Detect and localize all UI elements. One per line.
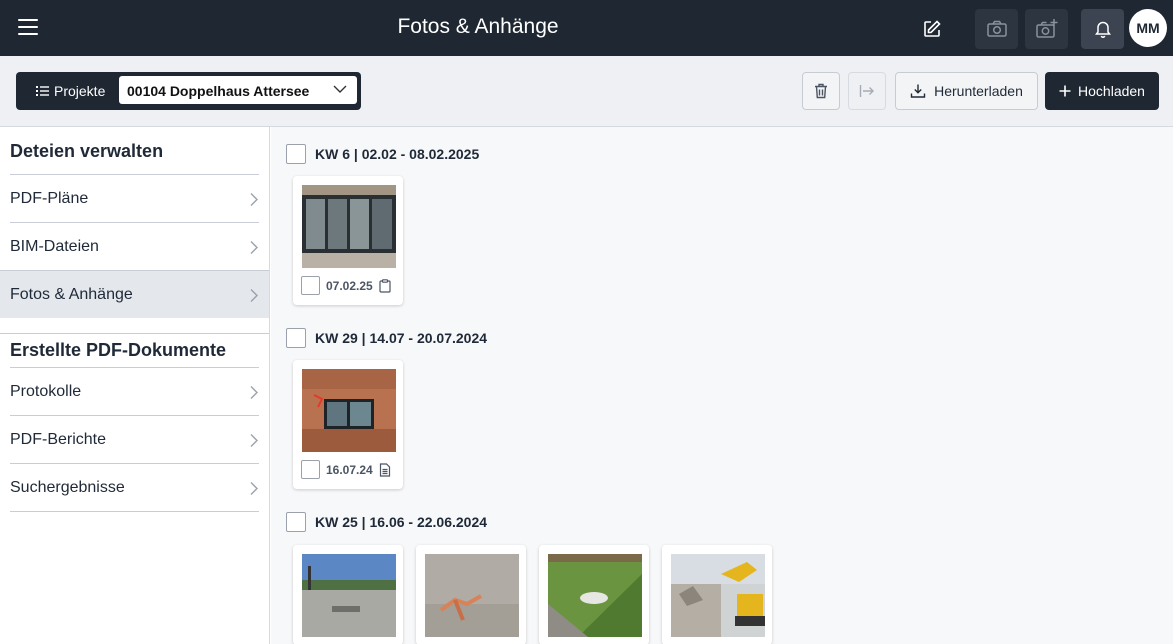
toolbar: Projekte 00104 Doppelhaus Attersee Herun… [0,56,1173,127]
sidebar-item-label: PDF-Pläne [10,190,89,207]
week-group-title: KW 25 | 16.06 - 22.06.2024 [315,514,488,530]
file-card[interactable] [539,545,649,644]
photo-thumbnail[interactable] [302,369,396,452]
week-group-header: KW 6 | 02.02 - 08.02.2025 [286,144,479,164]
download-icon [910,84,926,98]
edit-button[interactable] [910,9,953,49]
project-selector: Projekte 00104 Doppelhaus Attersee [16,72,361,110]
sidebar-section-title: Deteien verwalten [10,141,164,161]
trash-icon [815,83,827,99]
move-to-icon [859,85,874,97]
project-selected-value: 00104 Doppelhaus Attersee [127,83,310,99]
move-button[interactable] [848,72,886,110]
sidebar-section-title: Erstellte PDF-Dokumente [0,333,269,361]
file-card[interactable] [293,545,403,644]
edit-icon [923,20,941,37]
chevron-right-icon [250,482,258,495]
sidebar: Deteien verwalten PDF-Pläne BIM-Dateien … [0,127,270,644]
upload-button[interactable]: Hochladen [1045,72,1159,110]
group-checkbox[interactable] [286,512,306,532]
download-label: Herunterladen [934,83,1023,99]
sidebar-item-label: Protokolle [10,383,82,400]
chevron-right-icon [250,289,258,302]
photo-thumbnail[interactable] [302,554,396,637]
clipboard-icon [379,278,391,293]
photo-thumbnail[interactable] [425,554,519,637]
file-checkbox[interactable] [301,276,320,295]
projects-label: Projekte [54,83,106,99]
file-date: 07.02.25 [326,278,373,293]
photo-thumbnail[interactable] [548,554,642,637]
sidebar-item-label: Suchergebnisse [10,479,125,496]
photo-thumbnail[interactable] [671,554,765,637]
project-dropdown[interactable]: 00104 Doppelhaus Attersee [119,76,357,104]
download-button[interactable]: Herunterladen [895,72,1038,110]
plus-icon [1059,85,1071,97]
sidebar-item-protokolle[interactable]: Protokolle [10,367,259,415]
sidebar-item-label: Fotos & Anhänge [10,286,133,303]
sidebar-item-pdf-plaene[interactable]: PDF-Pläne [10,174,259,222]
file-card[interactable]: 16.07.24 [293,360,403,489]
camera-plus-icon [1035,19,1057,38]
page-title: Fotos & Anhänge [397,15,559,38]
top-bar: Fotos & Anhänge MM [0,0,1173,56]
projects-button[interactable]: Projekte [36,83,105,99]
chevron-right-icon [250,241,258,254]
week-group-header: KW 29 | 14.07 - 20.07.2024 [286,328,487,348]
sidebar-item-label: BIM-Dateien [10,238,99,255]
chevron-right-icon [250,386,258,399]
file-card[interactable] [416,545,526,644]
list-icon [36,86,49,96]
file-card[interactable]: 07.02.25 [293,176,403,305]
file-meta: 16.07.24 [301,460,391,479]
chevron-down-icon [333,85,347,93]
file-gallery: KW 6 | 02.02 - 08.02.2025 07.02.25 KW 29… [271,127,1173,644]
camera-button[interactable] [975,9,1018,49]
file-card[interactable] [662,545,772,644]
bell-icon [1094,21,1111,38]
notifications-button[interactable] [1081,9,1124,49]
group-checkbox[interactable] [286,328,306,348]
document-icon [379,462,390,477]
delete-button[interactable] [802,72,840,110]
sidebar-item-bim-dateien[interactable]: BIM-Dateien [10,222,259,270]
chevron-right-icon [250,193,258,206]
camera-plus-button[interactable] [1025,9,1068,49]
upload-label: Hochladen [1078,83,1145,99]
week-group-title: KW 29 | 14.07 - 20.07.2024 [315,330,488,346]
group-checkbox[interactable] [286,144,306,164]
file-checkbox[interactable] [301,460,320,479]
sidebar-item-label: PDF-Berichte [10,431,107,448]
week-group-title: KW 6 | 02.02 - 08.02.2025 [315,146,480,162]
file-meta: 07.02.25 [301,276,391,295]
sidebar-item-fotos-anhaenge[interactable]: Fotos & Anhänge [0,270,269,318]
camera-icon [986,20,1007,37]
photo-thumbnail[interactable] [302,185,396,268]
chevron-right-icon [250,434,258,447]
file-date: 16.07.24 [326,462,373,477]
user-avatar[interactable]: MM [1129,9,1167,47]
sidebar-divider [10,511,259,512]
sidebar-item-pdf-berichte[interactable]: PDF-Berichte [10,415,259,463]
sidebar-item-suchergebnisse[interactable]: Suchergebnisse [10,463,259,511]
week-group-header: KW 25 | 16.06 - 22.06.2024 [286,512,487,532]
